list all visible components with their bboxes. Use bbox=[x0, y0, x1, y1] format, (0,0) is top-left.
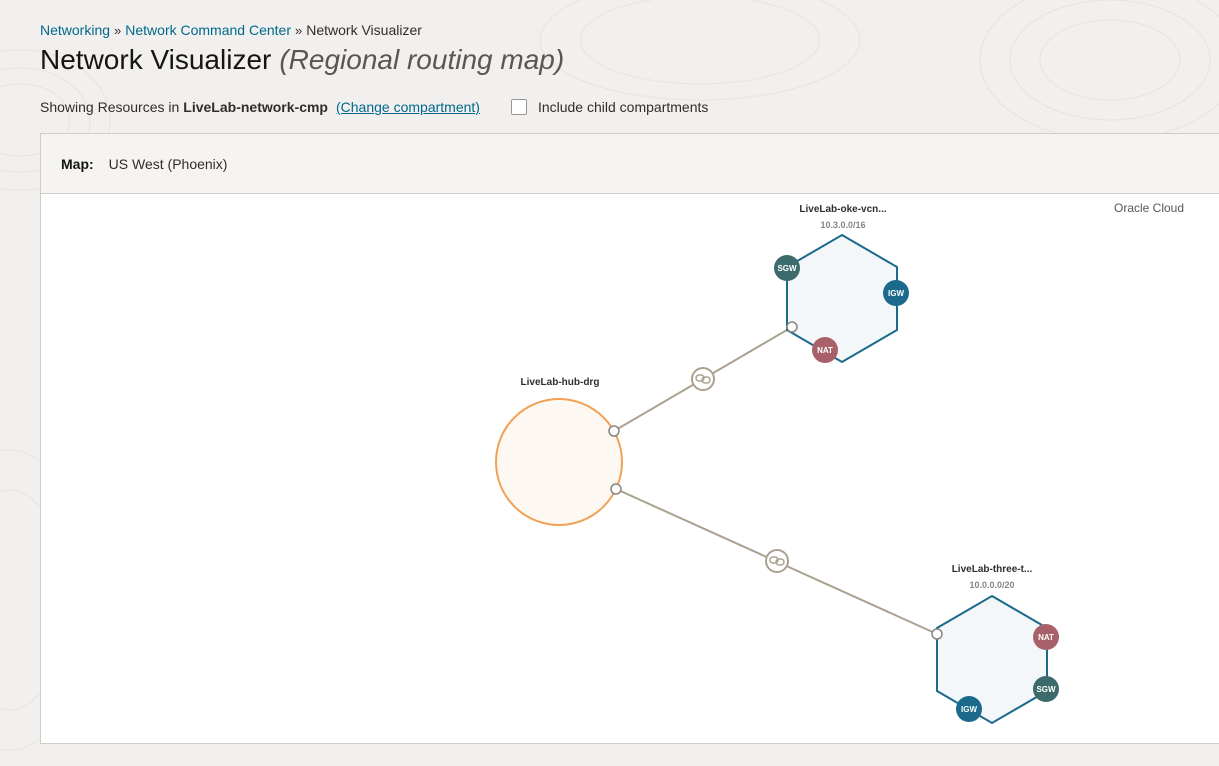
service-gateway-badge[interactable]: SGW bbox=[1033, 676, 1059, 702]
attachment-chain-icon[interactable] bbox=[765, 549, 789, 573]
network-map-svg: Oracle Cloud LiveLab-hub-drg LiveLab-oke… bbox=[495, 201, 1184, 725]
include-child-compartments-checkbox[interactable] bbox=[510, 99, 527, 115]
vcn-name-label: LiveLab-oke-vcn... bbox=[799, 204, 886, 215]
vcn-name-label: LiveLab-three-t... bbox=[952, 564, 1033, 575]
internet-gateway-badge[interactable]: IGW bbox=[956, 696, 982, 722]
map-region: US West (Phoenix) bbox=[108, 155, 228, 172]
service-gateway-badge[interactable]: SGW bbox=[774, 255, 800, 281]
breadcrumb-separator: » bbox=[295, 23, 303, 38]
vcn-cidr-label: 10.0.0.0/20 bbox=[969, 580, 1014, 590]
svg-text:IGW: IGW bbox=[888, 289, 904, 298]
attachment-chain-icon[interactable] bbox=[691, 367, 715, 391]
drg-port bbox=[610, 483, 622, 495]
drg-port bbox=[608, 425, 620, 437]
map-header: Map: US West (Phoenix) bbox=[41, 134, 1219, 194]
drg-node[interactable] bbox=[495, 398, 623, 526]
breadcrumb-current-page: Network Visualizer bbox=[306, 22, 422, 38]
svg-text:SGW: SGW bbox=[1036, 685, 1056, 694]
compartment-name: LiveLab-network-cmp bbox=[183, 99, 328, 115]
nat-gateway-badge[interactable]: NAT bbox=[1033, 624, 1059, 650]
svg-text:IGW: IGW bbox=[961, 705, 977, 714]
page-title-text: Network Visualizer bbox=[40, 44, 272, 75]
vcn-node[interactable] bbox=[936, 594, 1048, 725]
compartment-prefix: Showing Resources in bbox=[40, 99, 180, 115]
nat-gateway-badge[interactable]: NAT bbox=[812, 337, 838, 363]
page-subtitle: (Regional routing map) bbox=[279, 44, 565, 75]
vcn-port bbox=[786, 321, 798, 333]
svg-text:SGW: SGW bbox=[777, 264, 797, 273]
vcn-cidr-label: 10.3.0.0/16 bbox=[820, 220, 865, 230]
include-child-compartments-label[interactable]: Include child compartments bbox=[538, 99, 708, 115]
change-compartment-link[interactable]: (Change compartment) bbox=[336, 99, 480, 115]
breadcrumb-separator: » bbox=[114, 23, 122, 38]
map-panel: Map: US West (Phoenix) Oracle Cloud Live… bbox=[40, 133, 1219, 744]
svg-text:NAT: NAT bbox=[1038, 633, 1054, 642]
vcn-node[interactable] bbox=[786, 233, 898, 364]
svg-text:NAT: NAT bbox=[817, 346, 833, 355]
page-title: Network Visualizer (Regional routing map) bbox=[40, 44, 564, 76]
internet-gateway-badge[interactable]: IGW bbox=[883, 280, 909, 306]
breadcrumb: Networking» Network Command Center» Networ… bbox=[40, 22, 422, 38]
compartment-selector-row: Showing Resources in LiveLab-network-cmp… bbox=[40, 99, 708, 115]
drg-name-label: LiveLab-hub-drg bbox=[521, 377, 600, 388]
oracle-cloud-label: Oracle Cloud bbox=[1114, 201, 1184, 215]
map-label: Map: bbox=[61, 155, 94, 172]
network-map-canvas[interactable]: Oracle Cloud LiveLab-hub-drg LiveLab-oke… bbox=[41, 194, 1219, 743]
breadcrumb-network-command-center-link[interactable]: Network Command Center bbox=[125, 22, 291, 38]
breadcrumb-networking-link[interactable]: Networking bbox=[40, 22, 110, 38]
vcn-port bbox=[931, 628, 943, 640]
